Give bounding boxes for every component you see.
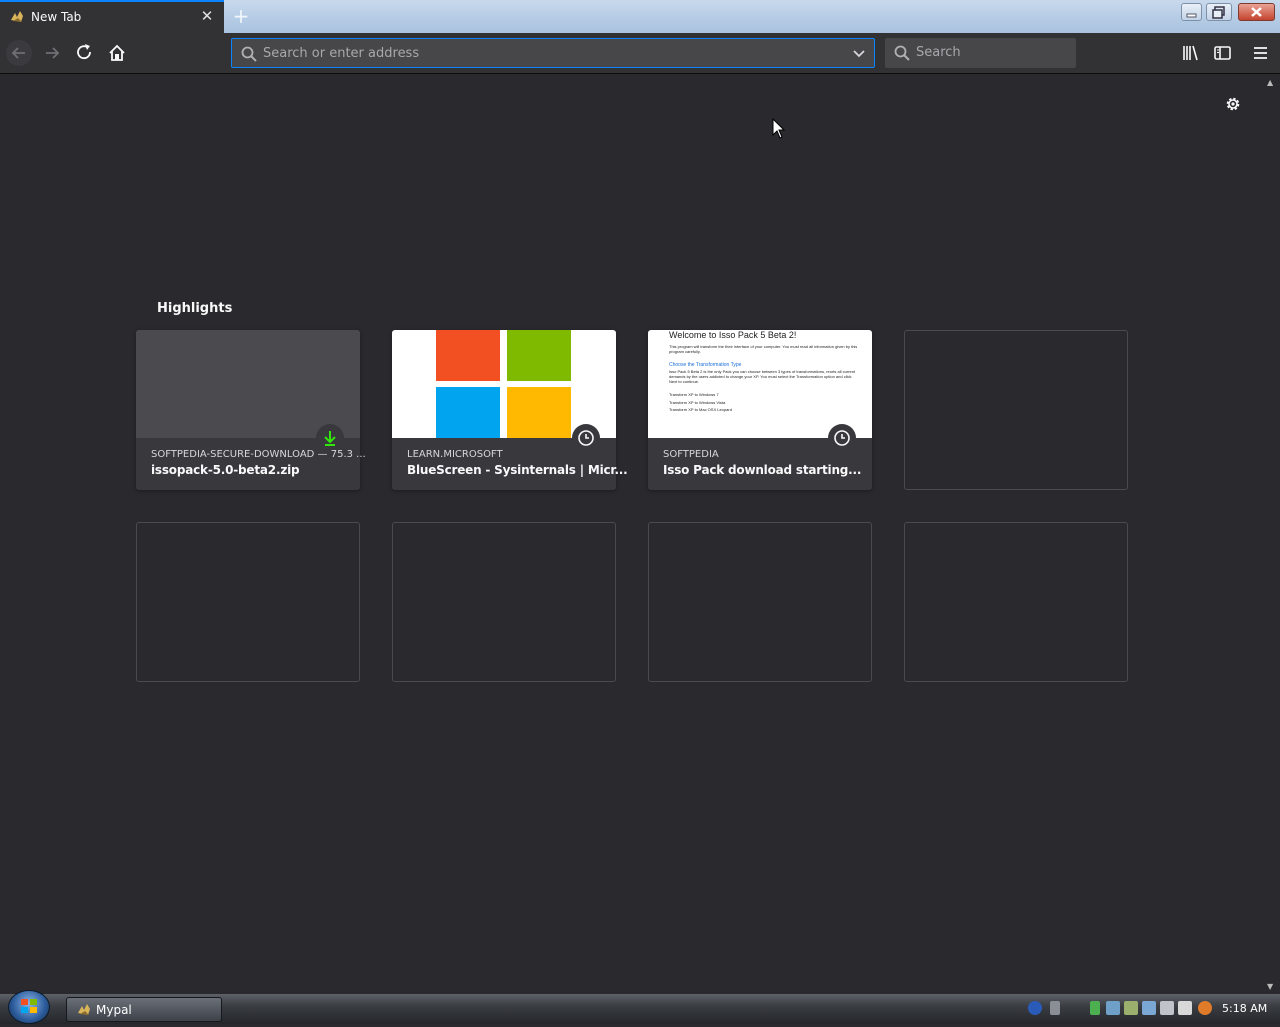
home-icon [109, 44, 125, 61]
windows-logo-icon [21, 999, 37, 1013]
navigation-toolbar: Search or enter address Search [0, 33, 1280, 74]
url-bar[interactable]: Search or enter address [231, 38, 875, 68]
menu-button[interactable] [1247, 39, 1275, 67]
sidebar-button[interactable] [1208, 39, 1236, 67]
volume-icon[interactable] [1160, 1001, 1174, 1015]
empty-highlight-slot [136, 522, 360, 682]
tab-new-tab[interactable]: New Tab ✕ [0, 0, 224, 33]
history-badge [828, 424, 856, 452]
taskbar-item-label: Mypal [96, 1003, 132, 1017]
back-button[interactable] [5, 39, 33, 67]
card-host: SOFTPEDIA [663, 449, 719, 460]
close-icon [1251, 7, 1262, 17]
history-clock-icon [834, 430, 850, 446]
search-icon [894, 45, 910, 61]
search-icon [241, 46, 257, 62]
thumb-option: Transform XP to Windows Vista [669, 399, 726, 405]
thumb-body: Isso Pack 5 Beta 2 is the only Pack you … [669, 369, 856, 384]
scroll-down-arrow-icon[interactable]: ▼ [1267, 982, 1273, 991]
help-icon[interactable] [1028, 1001, 1042, 1015]
taskbar-item-mypal[interactable]: Mypal [66, 997, 222, 1022]
minimize-icon [1186, 13, 1197, 18]
search-placeholder: Search [916, 45, 961, 60]
tray-expand-icon[interactable] [1050, 1001, 1060, 1015]
url-placeholder: Search or enter address [263, 46, 420, 61]
restore-icon [1212, 6, 1225, 19]
tab-title: New Tab [31, 10, 82, 24]
back-arrow-icon [6, 40, 32, 66]
thumb-option: Transform XP to Windows 7 [669, 391, 719, 397]
display-icon[interactable] [1142, 1001, 1156, 1015]
card-thumbnail: Welcome to Isso Pack 5 Beta 2! This prog… [648, 330, 872, 438]
sidebar-icon [1214, 46, 1231, 60]
card-title: BlueScreen - Sysinternals | Micr... [407, 463, 628, 477]
forward-button[interactable] [39, 39, 67, 67]
card-title: Isso Pack download starting... [663, 463, 862, 477]
tray-app-icon[interactable] [1124, 1001, 1138, 1015]
empty-highlight-slot [904, 330, 1128, 490]
minimize-button[interactable] [1181, 3, 1202, 21]
scroll-up-arrow-icon[interactable]: ▲ [1267, 78, 1273, 87]
card-thumbnail [392, 330, 616, 438]
thumb-subheading: Choose the Transformation Type [669, 362, 742, 369]
history-clock-icon [578, 430, 594, 446]
start-button[interactable] [8, 990, 50, 1024]
magnifier-icon[interactable] [1198, 1001, 1212, 1015]
thumb-intro: This program will transform the their in… [669, 343, 858, 354]
hamburger-menu-icon [1254, 47, 1267, 59]
taskbar-clock[interactable]: 5:18 AM [1222, 1002, 1267, 1015]
thumb-heading: Welcome to Isso Pack 5 Beta 2! [669, 330, 797, 340]
card-host: SOFTPEDIA-SECURE-DOWNLOAD — 75.3 ... [151, 449, 366, 460]
tab-strip: New Tab ✕ + [0, 0, 1280, 33]
close-window-button[interactable] [1238, 3, 1275, 21]
download-icon [324, 431, 336, 446]
search-box[interactable]: Search [885, 38, 1076, 68]
close-tab-icon[interactable]: ✕ [199, 8, 215, 24]
section-title-highlights: Highlights [157, 301, 233, 316]
card-host: LEARN.MICROSOFT [407, 449, 503, 460]
restore-button[interactable] [1206, 3, 1232, 21]
home-button[interactable] [103, 39, 131, 67]
highlight-card-download[interactable]: SOFTPEDIA-SECURE-DOWNLOAD — 75.3 ... iss… [136, 330, 366, 490]
empty-highlight-slot [904, 522, 1128, 682]
card-title: issopack-5.0-beta2.zip [151, 463, 300, 477]
taskbar: Mypal 5:18 AM [0, 990, 1280, 1024]
empty-highlight-slot [392, 522, 616, 682]
check-icon[interactable] [1090, 1001, 1100, 1015]
network-icon[interactable] [1106, 1001, 1120, 1015]
library-icon [1183, 45, 1198, 61]
mypal-favicon-icon [11, 11, 23, 22]
gear-icon[interactable] [1224, 95, 1242, 113]
forward-arrow-icon [46, 47, 60, 59]
download-badge [316, 424, 344, 452]
highlight-card-microsoft[interactable]: LEARN.MICROSOFT BlueScreen - Sysinternal… [392, 330, 628, 490]
library-button[interactable] [1176, 39, 1204, 67]
chevron-down-icon[interactable] [851, 46, 867, 62]
thumb-option: Transform XP to Mac OSX Leopard [669, 407, 732, 413]
mypal-favicon-icon [78, 1004, 90, 1015]
page-scrollbar[interactable] [1264, 74, 1280, 994]
new-tab-button[interactable]: + [231, 6, 251, 26]
reload-icon [77, 44, 91, 60]
card-thumbnail [136, 330, 360, 438]
reload-button[interactable] [71, 39, 99, 67]
microsoft-logo-icon [436, 330, 571, 438]
keyboard-layout-icon[interactable] [1178, 1001, 1192, 1015]
history-badge [572, 424, 600, 452]
empty-highlight-slot [648, 522, 872, 682]
mouse-cursor-icon [772, 118, 786, 139]
highlight-card-softpedia[interactable]: Welcome to Isso Pack 5 Beta 2! This prog… [648, 330, 872, 490]
